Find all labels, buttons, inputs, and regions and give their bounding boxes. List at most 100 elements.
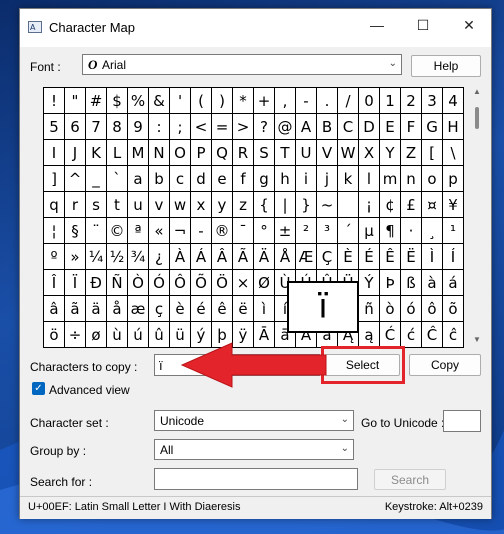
character-cell[interactable]: ö: [44, 322, 65, 348]
character-cell[interactable]: ': [170, 88, 191, 114]
character-cell[interactable]: »: [65, 244, 86, 270]
character-cell[interactable]: Ó: [149, 270, 170, 296]
character-cell[interactable]: 0: [359, 88, 380, 114]
character-cell[interactable]: ©: [107, 218, 128, 244]
scrollbar-thumb[interactable]: [475, 107, 479, 129]
font-dropdown[interactable]: O Arial ⌄: [82, 54, 402, 75]
character-cell[interactable]: |: [275, 192, 296, 218]
character-cell[interactable]: a: [128, 166, 149, 192]
character-cell[interactable]: z: [233, 192, 254, 218]
character-cell[interactable]: ¶: [380, 218, 401, 244]
character-cell[interactable]: æ: [128, 296, 149, 322]
character-cell[interactable]: ´: [338, 218, 359, 244]
character-cell[interactable]: ì: [254, 296, 275, 322]
character-cell[interactable]: c: [170, 166, 191, 192]
character-cell[interactable]: g: [254, 166, 275, 192]
character-cell[interactable]: ª: [128, 218, 149, 244]
character-cell[interactable]: Á: [191, 244, 212, 270]
character-cell[interactable]: o: [422, 166, 443, 192]
character-cell[interactable]: ñ: [359, 296, 380, 322]
character-cell[interactable]: ¡: [359, 192, 380, 218]
character-cell[interactable]: Ô: [170, 270, 191, 296]
character-cell[interactable]: ±: [275, 218, 296, 244]
character-cell[interactable]: (: [191, 88, 212, 114]
character-cell[interactable]: W: [338, 140, 359, 166]
character-cell[interactable]: r: [65, 192, 86, 218]
character-cell[interactable]: ¼: [86, 244, 107, 270]
character-cell[interactable]: 5: [44, 114, 65, 140]
character-cell[interactable]: Õ: [191, 270, 212, 296]
character-cell[interactable]: \: [443, 140, 464, 166]
character-grid[interactable]: ! " # $% & '() * +, -./0 1 2 3 4 5 6 7 8 9:; < = >? @ A B C D E F G H…: [43, 87, 464, 348]
character-cell[interactable]: È: [338, 244, 359, 270]
character-cell[interactable]: v: [149, 192, 170, 218]
character-cell[interactable]: k: [338, 166, 359, 192]
character-cell[interactable]: Ý: [359, 270, 380, 296]
character-cell[interactable]: 1: [380, 88, 401, 114]
character-cell[interactable]: ä: [86, 296, 107, 322]
character-cell[interactable]: É: [359, 244, 380, 270]
character-cell[interactable]: Å: [275, 244, 296, 270]
character-cell[interactable]: &: [149, 88, 170, 114]
character-cell[interactable]: ó: [401, 296, 422, 322]
character-cell[interactable]: [338, 192, 359, 218]
character-cell[interactable]: n: [401, 166, 422, 192]
character-cell[interactable]: p: [443, 166, 464, 192]
character-cell[interactable]: 2: [401, 88, 422, 114]
character-cell[interactable]: 7: [86, 114, 107, 140]
character-cell[interactable]: à: [422, 270, 443, 296]
grid-scrollbar[interactable]: ▲ ▼: [472, 87, 482, 347]
character-cell[interactable]: Ä: [254, 244, 275, 270]
character-cell[interactable]: Q: [212, 140, 233, 166]
character-cell[interactable]: Y: [380, 140, 401, 166]
character-cell[interactable]: Ê: [380, 244, 401, 270]
character-cell[interactable]: ß: [401, 270, 422, 296]
character-cell[interactable]: B: [317, 114, 338, 140]
character-cell[interactable]: ?: [254, 114, 275, 140]
character-cell[interactable]: ¤: [422, 192, 443, 218]
character-cell[interactable]: L: [107, 140, 128, 166]
character-cell[interactable]: Æ: [296, 244, 317, 270]
character-cell[interactable]: ): [212, 88, 233, 114]
character-cell[interactable]: w: [170, 192, 191, 218]
search-button[interactable]: Search: [374, 469, 446, 490]
character-cell[interactable]: ]: [44, 166, 65, 192]
character-cell[interactable]: õ: [443, 296, 464, 322]
maximize-button[interactable]: ☐: [400, 9, 446, 41]
character-cell[interactable]: m: [380, 166, 401, 192]
character-cell[interactable]: $: [107, 88, 128, 114]
character-cell[interactable]: ć: [401, 322, 422, 348]
character-cell[interactable]: X: [359, 140, 380, 166]
character-cell[interactable]: ĉ: [443, 322, 464, 348]
character-cell[interactable]: P: [191, 140, 212, 166]
character-cell[interactable]: ë: [233, 296, 254, 322]
character-set-dropdown[interactable]: Unicode ⌄: [154, 410, 354, 431]
character-cell[interactable]: i: [296, 166, 317, 192]
character-cell[interactable]: h: [275, 166, 296, 192]
character-cell[interactable]: ¦: [44, 218, 65, 244]
character-cell[interactable]: :: [149, 114, 170, 140]
character-cell[interactable]: f: [233, 166, 254, 192]
character-cell[interactable]: T: [275, 140, 296, 166]
character-cell[interactable]: H: [443, 114, 464, 140]
character-cell[interactable]: ,: [275, 88, 296, 114]
character-cell[interactable]: Ç: [317, 244, 338, 270]
character-cell[interactable]: J: [65, 140, 86, 166]
character-cell[interactable]: Ć: [380, 322, 401, 348]
character-cell[interactable]: x: [191, 192, 212, 218]
character-cell[interactable]: }: [296, 192, 317, 218]
character-cell[interactable]: ò: [380, 296, 401, 322]
character-cell[interactable]: b: [149, 166, 170, 192]
character-cell[interactable]: Ë: [401, 244, 422, 270]
character-cell[interactable]: /: [338, 88, 359, 114]
character-cell[interactable]: é: [191, 296, 212, 322]
character-cell[interactable]: ~: [317, 192, 338, 218]
character-cell[interactable]: C: [338, 114, 359, 140]
character-cell[interactable]: Ĉ: [422, 322, 443, 348]
character-cell[interactable]: =: [212, 114, 233, 140]
character-cell[interactable]: Ì: [422, 244, 443, 270]
character-cell[interactable]: A: [296, 114, 317, 140]
scroll-down-icon[interactable]: ▼: [472, 335, 482, 344]
minimize-button[interactable]: —: [354, 9, 400, 41]
character-cell[interactable]: _: [86, 166, 107, 192]
